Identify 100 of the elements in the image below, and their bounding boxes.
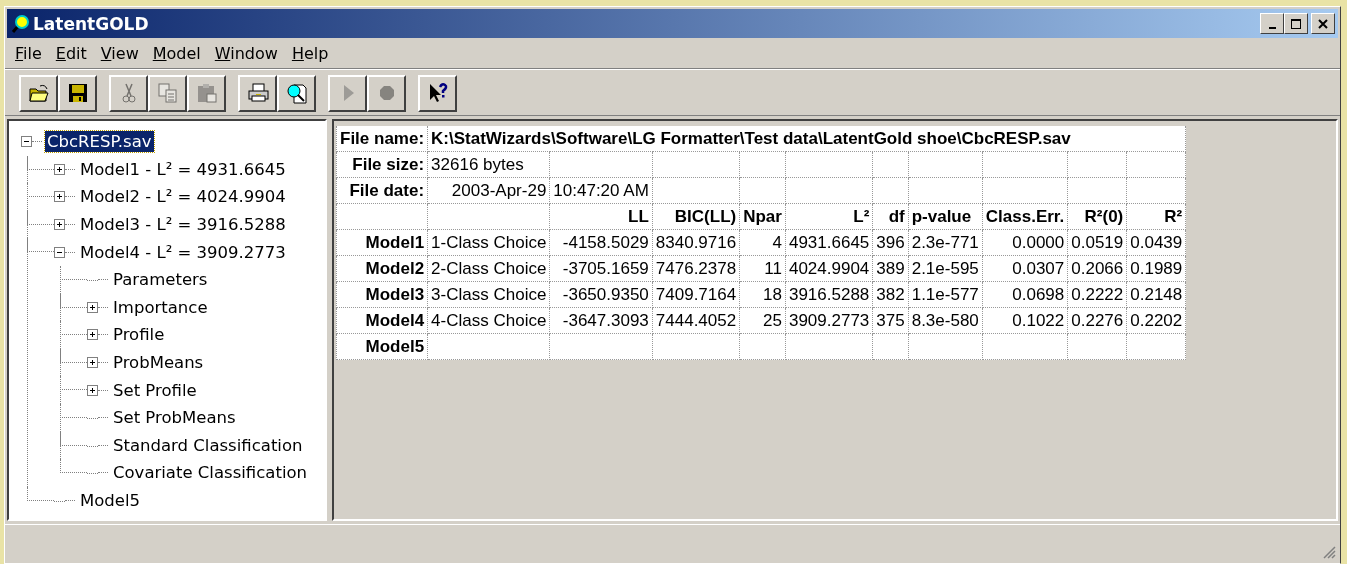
column-header: R²(0) (1067, 203, 1127, 230)
magnifier-page-icon (285, 82, 308, 104)
table-cell: 2.3e-771 (908, 229, 983, 256)
table-cell: 7444.4052 (652, 307, 740, 334)
tree-item[interactable]: Profile (111, 324, 167, 346)
tree-item[interactable]: CbcRESP.sav (45, 131, 154, 153)
tree-item[interactable]: Importance (111, 296, 210, 318)
window-title: LatentGOLD (33, 13, 150, 34)
field-value: 32616 bytes (427, 151, 550, 178)
table-cell: 4-Class Choice (427, 307, 550, 334)
table-cell: 7476.2378 (652, 255, 740, 282)
row-header: Model1 (336, 229, 428, 256)
close-icon (1318, 18, 1328, 29)
row-header: Model3 (336, 281, 428, 308)
maximize-icon (1291, 18, 1301, 29)
expand-toggle-icon[interactable] (54, 191, 65, 203)
help-button[interactable] (418, 74, 457, 112)
column-header: BIC(LL) (652, 203, 740, 230)
table-cell: 25 (739, 307, 786, 334)
minimize-icon (1268, 27, 1276, 29)
menu-item[interactable]: View (94, 41, 147, 65)
table-cell: 3916.5288 (785, 281, 873, 308)
menu-item[interactable]: Window (208, 41, 286, 65)
print-button[interactable] (238, 74, 277, 112)
maximize-button[interactable] (1284, 13, 1308, 34)
menu-item[interactable]: Edit (49, 41, 95, 65)
tree-item[interactable]: Model2 - L² = 4024.9904 (78, 186, 288, 208)
table-cell: -3647.3093 (549, 307, 653, 334)
table-cell: 0.2222 (1067, 281, 1127, 308)
column-header: p-value (908, 203, 983, 230)
tree-item[interactable]: Model1 - L² = 4931.6645 (78, 158, 288, 180)
table-cell: -3705.1659 (549, 255, 653, 282)
column-header: Class.Err. (982, 203, 1068, 230)
table-cell: 396 (872, 229, 909, 256)
table-cell: 0.1989 (1126, 255, 1186, 282)
folder-icon (27, 82, 50, 104)
save-button[interactable] (58, 74, 97, 112)
field-value: 2003-Apr-29 (427, 177, 550, 204)
tree-item[interactable]: ProbMeans (111, 352, 206, 374)
tree-item[interactable]: Set ProbMeans (111, 407, 238, 429)
table-cell: -3650.9350 (549, 281, 653, 308)
minimize-button[interactable] (1260, 13, 1284, 34)
table-cell: 3909.2773 (785, 307, 873, 334)
table-cell: 4931.6645 (785, 229, 873, 256)
preview-button[interactable] (277, 74, 316, 112)
close-button[interactable] (1311, 13, 1335, 34)
tree-item[interactable]: Parameters (111, 269, 210, 291)
tree-item[interactable]: Set Profile (111, 379, 199, 401)
column-header: L² (785, 203, 873, 230)
copy-icon (156, 82, 179, 104)
row-header: Model2 (336, 255, 428, 282)
table-cell: 4 (739, 229, 786, 256)
clipboard-icon (195, 82, 218, 104)
table-cell: 0.2276 (1067, 307, 1127, 334)
table-cell: 8.3e-580 (908, 307, 983, 334)
table-cell: 382 (872, 281, 909, 308)
collapse-toggle-icon[interactable] (21, 136, 32, 148)
table-cell: 2.1e-595 (908, 255, 983, 282)
table-cell: 0.1022 (982, 307, 1068, 334)
table-cell: 0.0439 (1126, 229, 1186, 256)
table-cell: 18 (739, 281, 786, 308)
table-cell: 375 (872, 307, 909, 334)
tree-item[interactable]: Standard Classification (111, 434, 305, 456)
expand-toggle-icon[interactable] (87, 384, 98, 396)
table-cell: -4158.5029 (549, 229, 653, 256)
menu-item[interactable]: Help (285, 41, 337, 65)
table-cell: 4024.9904 (785, 255, 873, 282)
column-header: df (872, 203, 909, 230)
column-header: R² (1126, 203, 1186, 230)
table-cell: 0.2148 (1126, 281, 1186, 308)
tree-item[interactable]: Model3 - L² = 3916.5288 (78, 214, 288, 236)
row-header: Model5 (336, 333, 428, 360)
tree-item[interactable]: Covariate Classification (111, 462, 309, 484)
tree-item[interactable]: Model4 - L² = 3909.2773 (78, 241, 288, 263)
table-cell: 1-Class Choice (427, 229, 550, 256)
table-cell: 0.0698 (982, 281, 1068, 308)
table-cell: 3-Class Choice (427, 281, 550, 308)
field-label: File date: (336, 177, 428, 204)
table-cell: 389 (872, 255, 909, 282)
table-cell: 0.0519 (1067, 229, 1127, 256)
expand-toggle-icon[interactable] (54, 219, 65, 231)
field-label: File size: (336, 151, 428, 178)
tree-item[interactable]: Model5 (78, 490, 143, 511)
field-label: File name: (336, 126, 428, 152)
printer-icon (246, 82, 269, 104)
table-cell: 1.1e-577 (908, 281, 983, 308)
column-header: LL (549, 203, 653, 230)
table-cell: 0.0307 (982, 255, 1068, 282)
expand-toggle-icon[interactable] (87, 329, 98, 341)
table-cell: 0.2066 (1067, 255, 1127, 282)
menu-item[interactable]: Model (146, 41, 209, 65)
row-header: Model4 (336, 307, 428, 334)
collapse-toggle-icon[interactable] (54, 246, 65, 258)
table-cell: 11 (739, 255, 786, 282)
expand-toggle-icon[interactable] (54, 163, 65, 175)
menu-item[interactable]: File (9, 41, 50, 65)
expand-toggle-icon[interactable] (87, 357, 98, 369)
expand-toggle-icon[interactable] (87, 301, 98, 313)
table-cell: 7409.7164 (652, 281, 740, 308)
open-button[interactable] (19, 74, 58, 112)
